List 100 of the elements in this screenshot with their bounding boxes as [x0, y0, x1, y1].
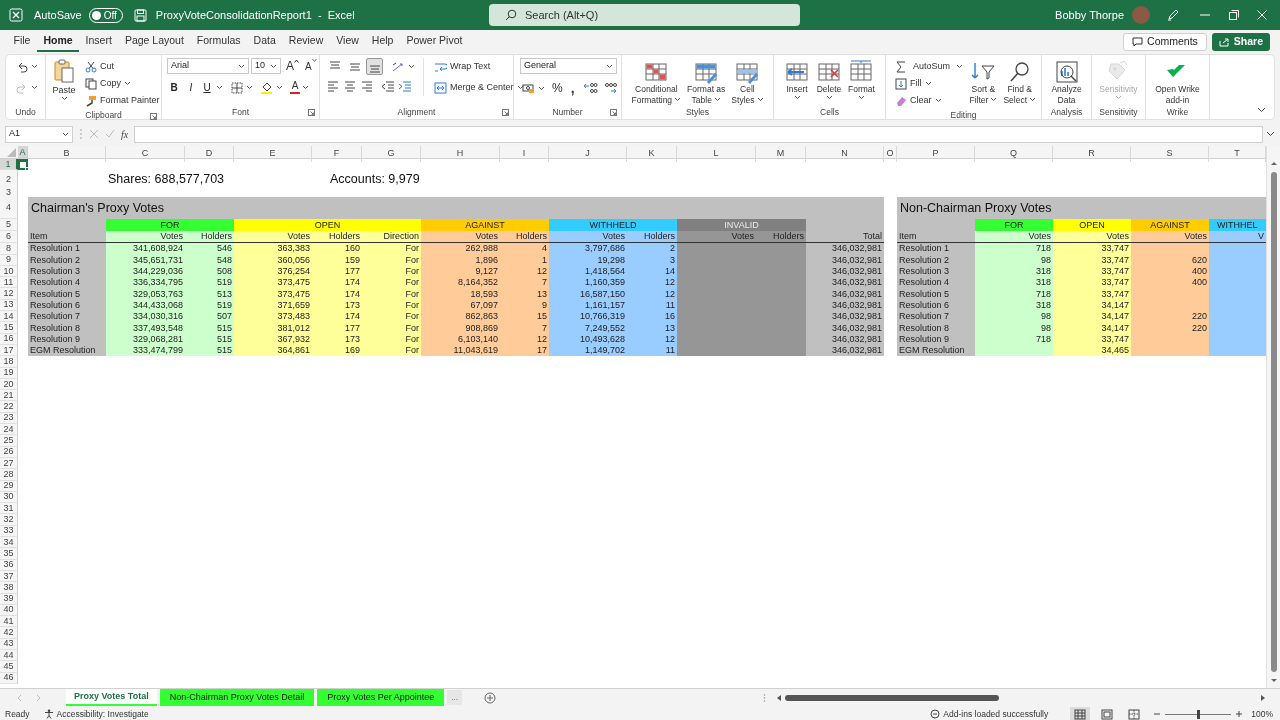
slider-thumb[interactable]: [1197, 709, 1201, 719]
row-header[interactable]: 28: [0, 469, 18, 481]
fill-button[interactable]: Fill: [893, 75, 966, 92]
expand-icon[interactable]: [1266, 131, 1275, 137]
column-header[interactable]: F: [312, 146, 362, 162]
decrease-font-size-button[interactable]: A: [305, 58, 317, 74]
row-header[interactable]: 38: [0, 582, 18, 594]
menu-tab[interactable]: Insert: [79, 32, 119, 52]
menu-tab[interactable]: Page Layout: [118, 32, 191, 52]
row-header[interactable]: 42: [0, 627, 18, 639]
row-header[interactable]: 8: [0, 243, 18, 255]
share-button[interactable]: Share: [1211, 33, 1270, 51]
paste-button[interactable]: Paste: [49, 58, 79, 101]
dialog-launcher-icon[interactable]: [308, 109, 315, 116]
increase-indent-icon[interactable]: [398, 79, 412, 93]
underline-button[interactable]: U: [201, 80, 213, 95]
scroll-right-icon[interactable]: [1260, 693, 1266, 702]
italic-button[interactable]: I: [184, 80, 198, 95]
increase-decimal-icon[interactable]: [582, 82, 598, 94]
merge-center-button[interactable]: Merge & Center: [432, 79, 526, 96]
row-header[interactable]: 18: [0, 356, 18, 368]
align-left-icon[interactable]: [326, 79, 340, 93]
menu-tab[interactable]: Formulas: [190, 32, 248, 52]
align-right-icon[interactable]: [360, 79, 374, 93]
selected-cell[interactable]: [18, 159, 28, 171]
percent-button[interactable]: %: [552, 79, 563, 97]
row-header[interactable]: 26: [0, 446, 18, 458]
row-header[interactable]: 12: [0, 288, 18, 300]
font-size-dropdown[interactable]: 10: [251, 58, 281, 74]
save-icon[interactable]: [133, 8, 147, 22]
format-painter-button[interactable]: Format Painter: [83, 92, 162, 109]
conditional-formatting-button[interactable]: Conditional Formatting: [629, 58, 684, 105]
menu-tab[interactable]: Help: [365, 32, 400, 52]
menu-tab[interactable]: File: [7, 32, 37, 52]
row-header[interactable]: 43: [0, 638, 18, 650]
comments-button[interactable]: Comments: [1123, 33, 1207, 51]
row-header[interactable]: 21: [0, 390, 18, 402]
row-header[interactable]: 36: [0, 559, 18, 571]
row-header[interactable]: 11: [0, 277, 18, 289]
column-header[interactable]: I: [500, 146, 549, 162]
row-header[interactable]: 41: [0, 616, 18, 628]
row-header[interactable]: 46: [0, 672, 18, 684]
row-header[interactable]: 29: [0, 480, 18, 492]
add-sheet-icon[interactable]: [484, 691, 496, 704]
column-header[interactable]: L: [677, 146, 756, 162]
scroll-down-icon[interactable]: [1269, 678, 1278, 684]
column-header[interactable]: G: [362, 146, 421, 162]
zoom-out-icon[interactable]: [1153, 710, 1162, 718]
scrollbar-thumb[interactable]: [785, 694, 999, 701]
analyze-data-button[interactable]: Analyze Data: [1049, 58, 1084, 105]
column-header[interactable]: E: [234, 146, 312, 162]
accessibility-button[interactable]: Accessibility: Investigate: [43, 707, 149, 720]
row-header[interactable]: 19: [0, 367, 18, 379]
row-header[interactable]: 24: [0, 424, 18, 436]
column-header[interactable]: J: [549, 146, 627, 162]
row-header[interactable]: 9: [0, 254, 18, 266]
column-header[interactable]: D: [185, 146, 234, 162]
cut-button[interactable]: Cut: [83, 58, 162, 75]
dialog-launcher-icon[interactable]: [150, 113, 157, 120]
decrease-decimal-icon[interactable]: [602, 82, 618, 94]
sheet-tab[interactable]: Non-Chairman Proxy Votes Detail: [159, 689, 315, 706]
menu-tab[interactable]: View: [329, 32, 366, 52]
dialog-launcher-icon[interactable]: [610, 109, 617, 116]
scroll-up-icon[interactable]: [1269, 160, 1278, 166]
row-header[interactable]: 4: [0, 197, 18, 220]
zoom-slider-track[interactable]: [1165, 709, 1232, 719]
row-header[interactable]: 22: [0, 401, 18, 413]
column-header[interactable]: H: [421, 146, 500, 162]
delete-button[interactable]: Delete: [814, 58, 845, 100]
cell-styles-button[interactable]: Cell Styles: [729, 58, 766, 105]
dialog-launcher-icon[interactable]: [502, 109, 509, 116]
font-color-button[interactable]: A: [288, 79, 311, 96]
column-header[interactable]: N: [806, 146, 884, 162]
align-center-icon[interactable]: [343, 79, 357, 93]
restore-icon[interactable]: [1228, 9, 1240, 21]
decrease-indent-icon[interactable]: [381, 79, 395, 93]
scrollbar-thumb[interactable]: [1270, 172, 1277, 672]
row-header[interactable]: 25: [0, 435, 18, 447]
find-select-button[interactable]: Find & Select: [1001, 58, 1038, 105]
row-header[interactable]: 31: [0, 503, 18, 515]
formula-input[interactable]: [134, 125, 1263, 143]
sort-filter-button[interactable]: Sort & Filter: [967, 58, 1000, 105]
column-header[interactable]: Q: [975, 146, 1053, 162]
column-header[interactable]: A: [18, 146, 28, 162]
bottom-align-button[interactable]: [366, 58, 383, 75]
search-field[interactable]: Search (Alt+Q): [489, 4, 800, 26]
row-header[interactable]: 35: [0, 548, 18, 560]
column-header[interactable]: P: [897, 146, 975, 162]
column-header[interactable]: B: [28, 146, 106, 162]
sheet-tab[interactable]: Proxy Votes Per Appointee: [317, 689, 445, 706]
checkmark-icon[interactable]: [105, 129, 115, 139]
pen-icon[interactable]: [1166, 8, 1180, 22]
comma-style-button[interactable]: ,: [567, 82, 578, 94]
row-header[interactable]: 34: [0, 537, 18, 549]
row-header[interactable]: 15: [0, 322, 18, 334]
more-sheets-button[interactable]: ...: [447, 690, 462, 705]
row-header[interactable]: 39: [0, 593, 18, 605]
format-as-table-button[interactable]: Format as Table: [685, 58, 728, 105]
collapse-ribbon-icon[interactable]: [1257, 107, 1266, 113]
increase-font-size-button[interactable]: A: [286, 59, 299, 73]
